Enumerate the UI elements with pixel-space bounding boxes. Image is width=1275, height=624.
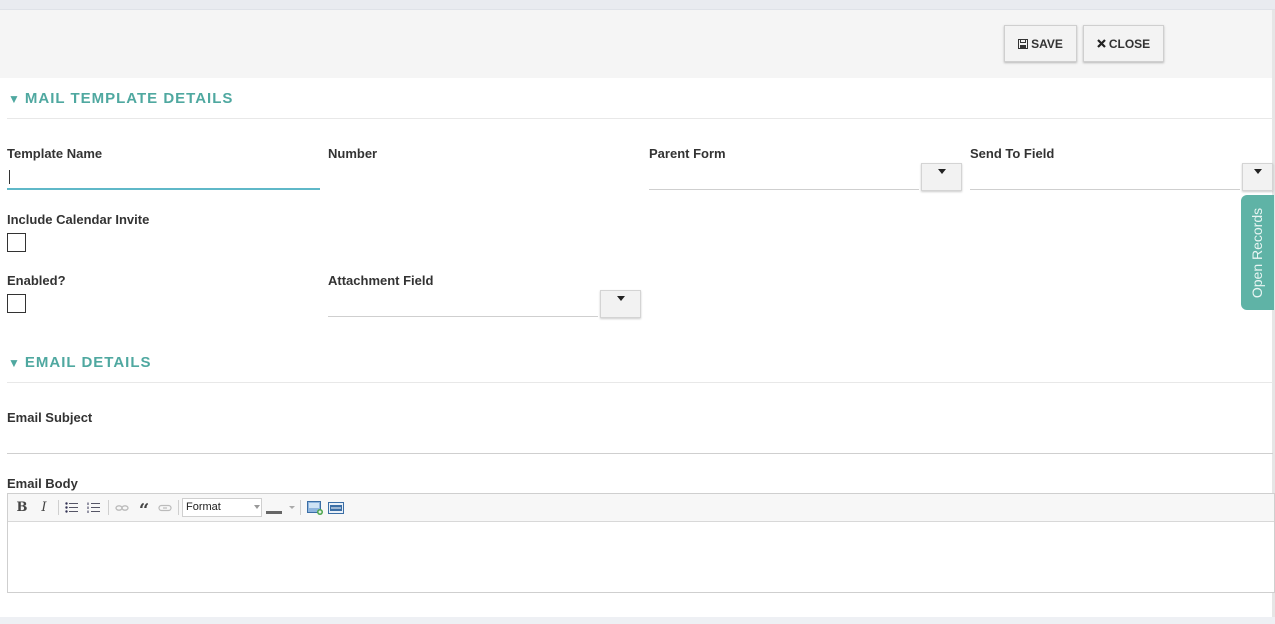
- numbered-list-icon[interactable]: [86, 498, 102, 517]
- toolbar-separator: [300, 500, 301, 515]
- collapse-triangle-icon: ▼: [8, 355, 20, 370]
- save-label: SAVE: [1031, 36, 1063, 51]
- template-name-input[interactable]: [7, 166, 320, 190]
- section-toggle-mail-template[interactable]: ▼ MAIL TEMPLATE DETAILS: [8, 90, 233, 107]
- parent-form-dropdown-button[interactable]: [921, 163, 962, 191]
- parent-form-label: Parent Form: [649, 146, 726, 161]
- send-to-field-select[interactable]: [970, 166, 1240, 190]
- close-label: CLOSE: [1108, 36, 1151, 51]
- italic-icon[interactable]: I: [36, 498, 52, 517]
- rich-text-editor: B I “ Format: [7, 493, 1275, 593]
- unlink-icon[interactable]: [114, 498, 130, 517]
- toolbar-separator: [58, 500, 59, 515]
- section-divider: [7, 382, 1273, 383]
- number-label: Number: [328, 146, 378, 161]
- text-caret: [9, 170, 10, 184]
- attachment-field-dropdown-button[interactable]: [600, 290, 641, 318]
- enabled-label: Enabled?: [7, 273, 66, 288]
- attachment-field-select[interactable]: [328, 293, 598, 317]
- html-source-icon[interactable]: [327, 498, 345, 517]
- editor-toolbar: B I “ Format: [8, 494, 1274, 522]
- format-select[interactable]: Format: [182, 498, 262, 517]
- chevron-down-icon: [254, 505, 260, 509]
- link-icon[interactable]: [157, 498, 173, 517]
- save-button[interactable]: SAVE: [1004, 25, 1077, 62]
- open-records-tab[interactable]: Open Records: [1241, 195, 1274, 310]
- include-calendar-invite-label: Include Calendar Invite: [7, 212, 150, 227]
- template-name-label: Template Name: [7, 146, 103, 161]
- email-body-editor[interactable]: [8, 522, 1274, 592]
- attachment-field-label: Attachment Field: [328, 273, 434, 288]
- section-title: EMAIL DETAILS: [24, 354, 152, 371]
- send-to-field-dropdown-button[interactable]: [1242, 163, 1273, 191]
- parent-form-select[interactable]: [649, 166, 919, 190]
- bold-icon[interactable]: B: [14, 498, 30, 517]
- enabled-checkbox[interactable]: [7, 294, 26, 313]
- send-to-field-label: Send To Field: [970, 146, 1055, 161]
- toolbar-separator: [108, 500, 109, 515]
- email-body-label: Email Body: [7, 476, 78, 491]
- text-color-icon[interactable]: [266, 498, 296, 517]
- bottom-strip: [0, 617, 1275, 624]
- image-icon[interactable]: [306, 498, 324, 517]
- floppy-disk-icon: [1018, 38, 1029, 49]
- toolbar-separator: [178, 500, 179, 515]
- caret-down-icon: [1253, 169, 1262, 174]
- email-subject-input[interactable]: [7, 430, 1273, 454]
- caret-down-icon: [616, 296, 625, 301]
- email-subject-label: Email Subject: [7, 410, 93, 425]
- include-calendar-invite-checkbox[interactable]: [7, 233, 26, 252]
- open-records-label: Open Records: [1249, 207, 1266, 298]
- caret-down-icon: [937, 169, 946, 174]
- section-title: MAIL TEMPLATE DETAILS: [24, 90, 234, 107]
- close-icon: [1097, 39, 1106, 48]
- action-toolbar: SAVE CLOSE: [0, 10, 1275, 78]
- collapse-triangle-icon: ▼: [8, 91, 20, 106]
- section-toggle-email-details[interactable]: ▼ EMAIL DETAILS: [8, 354, 152, 371]
- close-button[interactable]: CLOSE: [1083, 25, 1164, 62]
- top-strip: [0, 0, 1275, 10]
- section-divider: [7, 118, 1273, 119]
- blockquote-icon[interactable]: “: [135, 498, 153, 521]
- bulleted-list-icon[interactable]: [64, 498, 80, 517]
